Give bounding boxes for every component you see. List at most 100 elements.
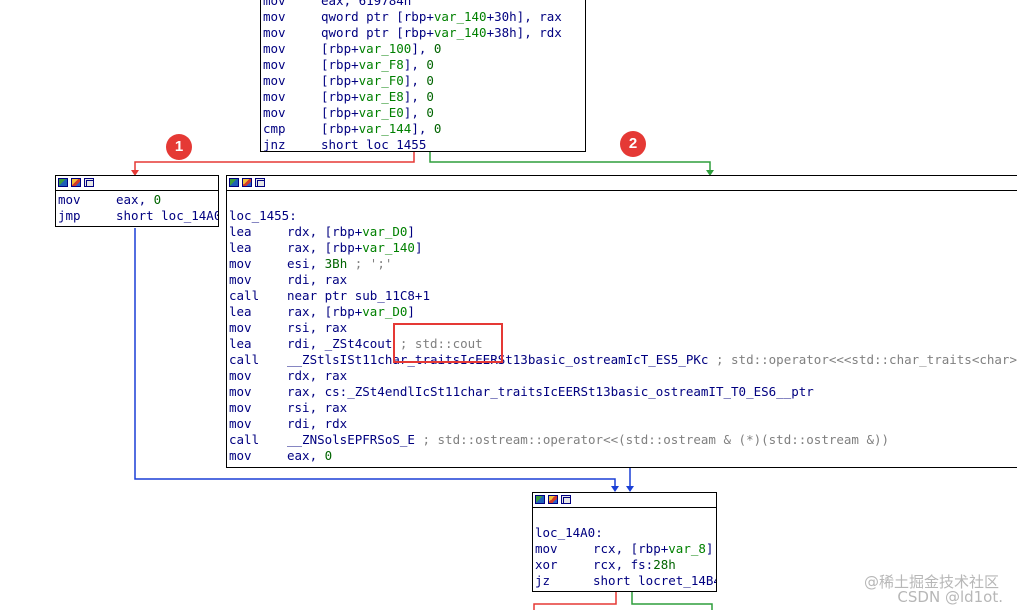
instruction-mnemonic: mov [58, 192, 81, 207]
code-block-loc-1455[interactable]: loc_1455: lea rdx, [rbp+var_D0] lea rax, [rb… [226, 175, 1017, 468]
code-line[interactable]: mov qword ptr [rbp+var_140+38h], rdx [263, 25, 585, 41]
code-block-top[interactable]: mov eax, 619784h mov qword ptr [rbp+var_140… [260, 0, 586, 152]
instruction-mnemonic: mov [263, 73, 286, 88]
edit-color-icon[interactable] [242, 178, 252, 187]
instruction-mnemonic: mov [263, 105, 286, 120]
code-line[interactable]: mov [rbp+var_F8], 0 [263, 57, 585, 73]
instruction-operand: rax, [rbp+ [287, 240, 363, 255]
code-line[interactable]: mov esi, 3Bh ; ';' [229, 256, 1017, 272]
edit-color-icon[interactable] [548, 495, 558, 504]
code-line[interactable]: mov rdi, rdx [229, 416, 1017, 432]
instruction-operand: var_100 [358, 41, 412, 56]
instruction-operand: rsi, rax [287, 400, 348, 415]
group-nodes-icon[interactable] [561, 495, 571, 504]
code-line[interactable]: mov rdi, rax [229, 272, 1017, 288]
graph-color-icon[interactable] [229, 178, 239, 187]
annotation-highlight-box [393, 323, 503, 363]
instruction-operand: __ZNSolsEPFRSoS_E [287, 432, 415, 447]
instruction-operand: rcx, [rbp+ [593, 541, 669, 556]
group-nodes-icon[interactable] [255, 178, 265, 187]
code-line[interactable]: loc_14A0: [535, 525, 716, 541]
instruction-operand: ], [403, 57, 427, 72]
code-line[interactable]: mov [rbp+var_E8], 0 [263, 89, 585, 105]
instruction-operand: var_140 [433, 25, 487, 40]
group-nodes-icon[interactable] [84, 178, 94, 187]
instruction-operand: ] [414, 240, 423, 255]
code-block-left[interactable]: mov eax, 0 jmp short loc_14A0 [55, 175, 219, 227]
code-line[interactable]: mov qword ptr [rbp+var_140+30h], rax [263, 9, 585, 25]
code-line[interactable]: cmp [rbp+var_144], 0 [263, 121, 585, 137]
instruction-operand: 0 [433, 41, 442, 56]
code-line[interactable]: call __ZNSolsEPFRSoS_E ; std::ostream::op… [229, 432, 1017, 448]
instruction-operand: var_D0 [362, 304, 408, 319]
instruction-operand: 0 [426, 57, 434, 72]
instruction-operand: short loc_14A0 [116, 208, 219, 223]
instruction-operand: 0 [426, 73, 434, 88]
code-line[interactable]: call __ZStlsISt11char_traitsIcEERSt13basi… [229, 352, 1017, 368]
code-line[interactable]: mov [rbp+var_F0], 0 [263, 73, 585, 89]
instruction-operand: 0 [433, 121, 442, 136]
instruction-operand: eax, [287, 448, 325, 463]
instruction-operand: qword ptr [rbp+ [321, 9, 434, 24]
code-line[interactable]: mov eax, 619784h [263, 0, 585, 9]
code-line[interactable]: mov rcx, [rbp+var_8] [535, 541, 716, 557]
instruction-operand: var_E8 [358, 89, 404, 104]
code-line[interactable] [229, 192, 1017, 208]
instruction-operand: ] [705, 541, 714, 556]
code-line[interactable]: jmp short loc_14A0 [58, 208, 218, 224]
edit-color-icon[interactable] [71, 178, 81, 187]
code-line[interactable]: jz short locret_14B4 [535, 573, 716, 589]
instruction-operand: 0 [153, 192, 162, 207]
instruction-operand: 28h [653, 557, 676, 572]
code-block-loc-14a0-lines: loc_14A0: mov rcx, [rbp+var_8] xor rcx, fs:2… [533, 508, 716, 589]
code-line[interactable]: mov rsi, rax [229, 320, 1017, 336]
instruction-mnemonic: mov [229, 448, 252, 463]
code-line[interactable]: mov rax, cs:_ZSt4endlIcSt11char_traitsIcE… [229, 384, 1017, 400]
code-block-loc-14a0[interactable]: loc_14A0: mov rcx, [rbp+var_8] xor rcx, fs:2… [532, 492, 717, 592]
code-line[interactable]: loc_1455: [229, 208, 1017, 224]
code-line[interactable]: mov eax, 0 [229, 448, 1017, 464]
instruction-mnemonic: xor [535, 557, 558, 572]
code-line[interactable]: mov [rbp+var_100], 0 [263, 41, 585, 57]
code-line[interactable]: mov rdx, rax [229, 368, 1017, 384]
instruction-mnemonic: mov [229, 272, 252, 287]
instruction-mnemonic: call [229, 288, 260, 303]
instruction-mnemonic: mov [229, 384, 252, 399]
code-line[interactable]: lea rax, [rbp+var_140] [229, 240, 1017, 256]
instruction-operand: rax, cs:_ZSt4endlIcSt11char_traitsIcEERS… [287, 384, 814, 399]
code-label[interactable]: loc_14A0: [535, 525, 603, 540]
code-line[interactable]: jnz short loc_1455 [263, 137, 585, 152]
code-block-loc-1455-lines: loc_1455: lea rdx, [rbp+var_D0] lea rax, [rb… [227, 191, 1017, 464]
code-label[interactable]: loc_1455: [229, 208, 297, 223]
instruction-operand: var_140 [362, 240, 415, 255]
node-header [56, 176, 218, 191]
instruction-mnemonic: mov [263, 57, 286, 72]
graph-color-icon[interactable] [58, 178, 68, 187]
node-header [227, 176, 1017, 191]
instruction-operand: rcx, fs: [593, 557, 654, 572]
graph-color-icon[interactable] [535, 495, 545, 504]
code-line[interactable]: lea rdi, _ZSt4cout ; std::cout [229, 336, 1017, 352]
code-line[interactable]: mov rsi, rax [229, 400, 1017, 416]
code-line[interactable] [535, 509, 716, 525]
code-line[interactable]: xor rcx, fs:28h [535, 557, 716, 573]
instruction-mnemonic: mov [263, 25, 286, 40]
instruction-comment: ; std::operator<<<std::char_traits<char>… [715, 352, 1017, 367]
instruction-operand: ], [411, 41, 434, 56]
instruction-operand: short locret_14B4 [593, 573, 717, 588]
code-line[interactable]: lea rdx, [rbp+var_D0] [229, 224, 1017, 240]
code-line[interactable]: mov eax, 0 [58, 192, 218, 208]
instruction-operand: +30h], rax [486, 9, 562, 24]
instruction-operand: rsi, rax [287, 320, 348, 335]
instruction-operand: rdx, [rbp+ [287, 224, 363, 239]
code-line[interactable]: lea rax, [rbp+var_D0] [229, 304, 1017, 320]
instruction-mnemonic: lea [229, 304, 252, 319]
code-line[interactable]: call near ptr sub_11C8+1 [229, 288, 1017, 304]
instruction-mnemonic: mov [263, 0, 286, 8]
instruction-mnemonic: lea [229, 336, 252, 351]
instruction-operand: rdi, rax [287, 272, 348, 287]
instruction-operand: [rbp+ [321, 89, 359, 104]
instruction-operand: rdi, _ZSt4cout [287, 336, 393, 351]
code-line[interactable]: mov [rbp+var_E0], 0 [263, 105, 585, 121]
instruction-mnemonic: jnz [263, 137, 286, 152]
